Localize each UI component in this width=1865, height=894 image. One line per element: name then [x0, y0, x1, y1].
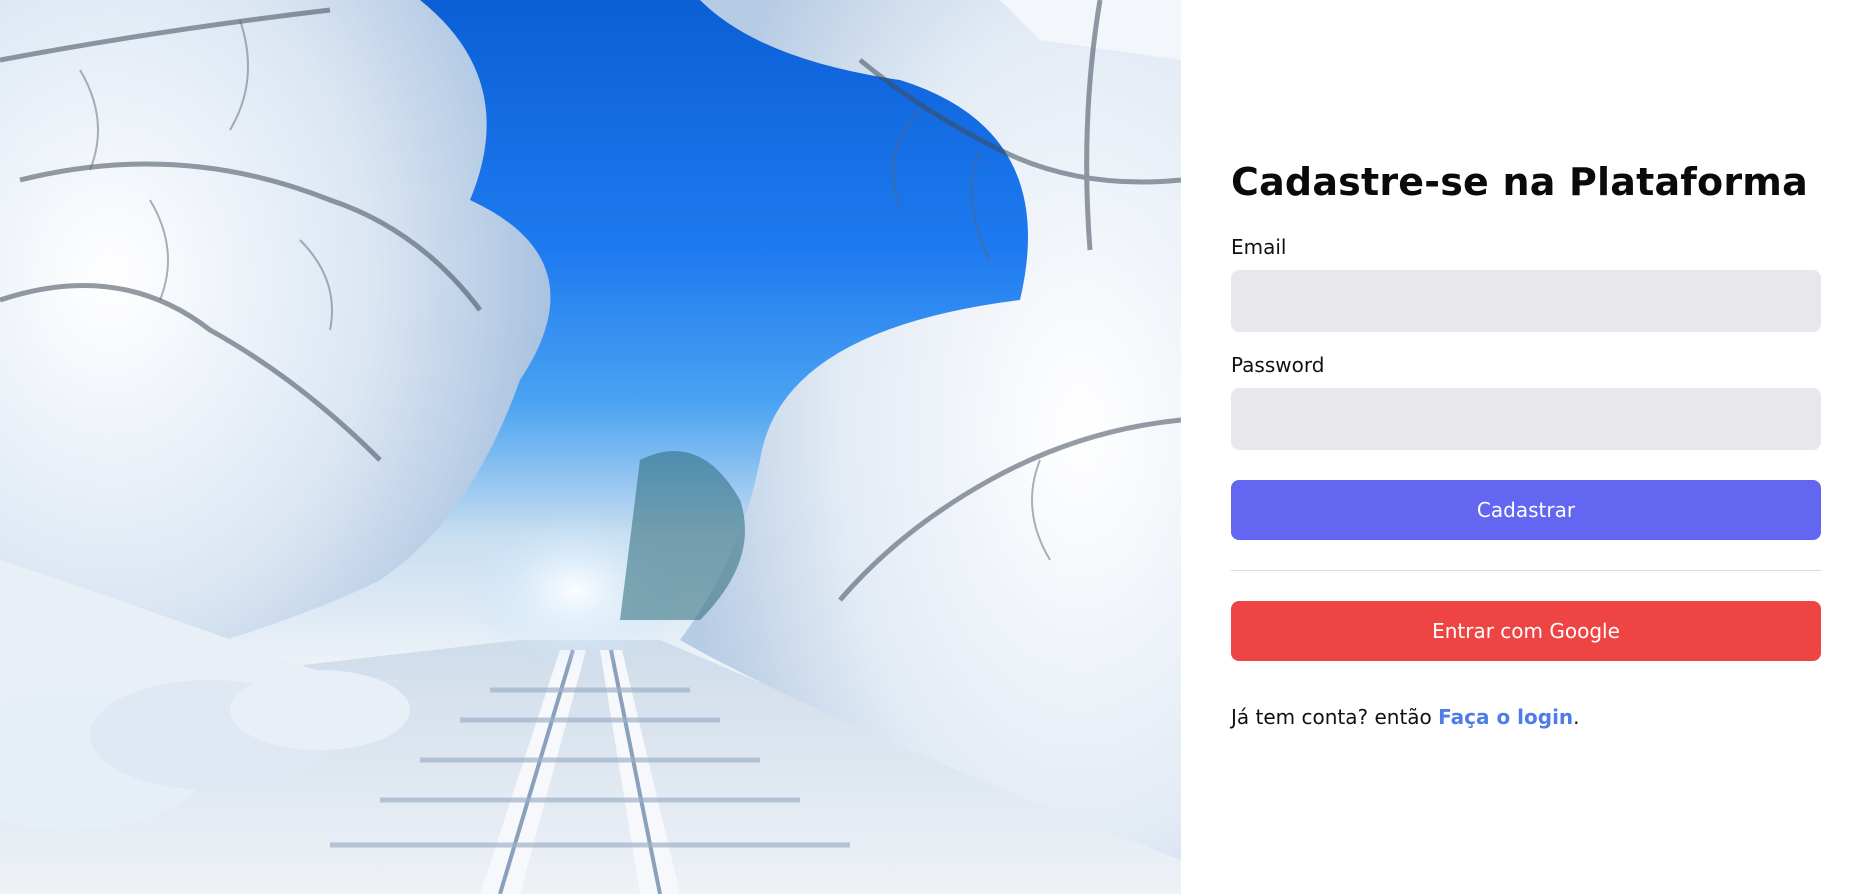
- signup-page: Cadastre-se na Plataforma Email Password…: [0, 0, 1865, 894]
- email-field[interactable]: [1231, 270, 1821, 332]
- signup-panel: Cadastre-se na Plataforma Email Password…: [1181, 0, 1865, 894]
- login-prompt-text: Já tem conta? então: [1231, 705, 1439, 729]
- password-field[interactable]: [1231, 388, 1821, 450]
- snowy-railway-illustration: [0, 0, 1181, 894]
- email-label: Email: [1231, 235, 1287, 259]
- hero-image: [0, 0, 1181, 894]
- login-prompt: Já tem conta? então Faça o login.: [1231, 703, 1821, 731]
- login-prompt-suffix: .: [1573, 705, 1580, 729]
- password-label: Password: [1231, 353, 1325, 377]
- login-link[interactable]: Faça o login: [1438, 705, 1573, 729]
- page-title: Cadastre-se na Plataforma: [1231, 160, 1808, 204]
- divider: [1231, 570, 1821, 571]
- signup-button[interactable]: Cadastrar: [1231, 480, 1821, 540]
- signup-form: Cadastre-se na Plataforma Email Password…: [1231, 156, 1821, 731]
- google-login-button[interactable]: Entrar com Google: [1231, 601, 1821, 661]
